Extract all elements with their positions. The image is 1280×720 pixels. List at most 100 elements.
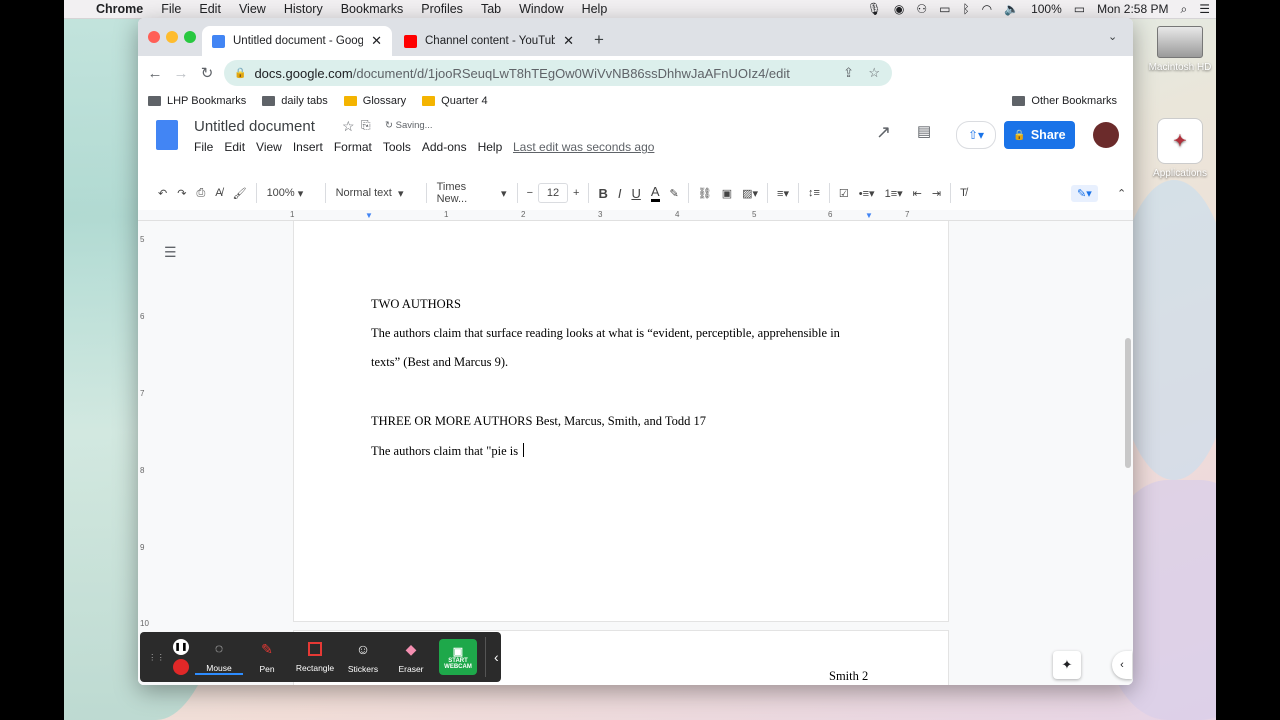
- tool-pen[interactable]: ✎ Pen: [243, 641, 291, 674]
- font-size-input[interactable]: 12: [538, 183, 568, 203]
- vertical-scrollbar[interactable]: [1125, 338, 1131, 468]
- menubar-item-file[interactable]: File: [161, 2, 181, 16]
- right-indent-marker-icon[interactable]: ▼: [865, 211, 873, 220]
- binoculars-icon[interactable]: ⚇: [916, 2, 927, 16]
- indent-marker-icon[interactable]: ▼: [365, 211, 373, 220]
- move-folder-icon[interactable]: ⎘: [361, 118, 371, 133]
- record-icon[interactable]: ◉: [894, 2, 904, 16]
- collapse-menus-icon[interactable]: ⌃: [1117, 187, 1126, 200]
- share-page-icon[interactable]: ⇪: [843, 65, 854, 81]
- underline-icon[interactable]: U: [631, 186, 640, 201]
- desktop-icon-applications[interactable]: ✦ Applications: [1135, 118, 1216, 179]
- document-title[interactable]: Untitled document: [194, 118, 315, 135]
- tab-search-icon[interactable]: ⌄: [1108, 30, 1117, 43]
- docs-menu-help[interactable]: Help: [478, 140, 503, 154]
- share-button[interactable]: 🔒 Share: [1004, 121, 1075, 149]
- google-docs-logo-icon[interactable]: [156, 120, 178, 150]
- last-edit-link[interactable]: Last edit was seconds ago: [513, 140, 654, 154]
- menubar-item-history[interactable]: History: [284, 2, 323, 16]
- tab-youtube-studio[interactable]: Channel content - YouTube Stu ✕: [394, 26, 584, 56]
- add-comment-icon[interactable]: ▣: [722, 187, 732, 200]
- other-bookmarks[interactable]: Other Bookmarks: [1012, 95, 1117, 107]
- collapse-toolbar-icon[interactable]: ‹: [494, 649, 499, 665]
- pause-icon[interactable]: ❚❚: [173, 639, 189, 655]
- tool-rectangle[interactable]: Rectangle: [291, 641, 339, 673]
- paint-format-icon[interactable]: 🖌: [233, 187, 247, 200]
- text-color-icon[interactable]: A: [650, 184, 660, 202]
- bold-icon[interactable]: B: [598, 186, 607, 201]
- bookmark-glossary[interactable]: Glossary: [343, 95, 406, 107]
- wifi-icon[interactable]: ◠: [982, 2, 992, 16]
- menubar-item-view[interactable]: View: [239, 2, 266, 16]
- numbered-list-icon[interactable]: 1≡▾: [885, 187, 903, 200]
- decrease-indent-icon[interactable]: ⇤: [913, 187, 922, 200]
- close-window-button[interactable]: [148, 31, 160, 43]
- microphone-icon[interactable]: 🎙: [867, 2, 882, 16]
- align-icon[interactable]: ≡▾: [777, 187, 789, 200]
- explore-icon[interactable]: ✦: [1053, 651, 1081, 679]
- menubar-item-window[interactable]: Window: [519, 2, 563, 16]
- docs-menu-tools[interactable]: Tools: [383, 140, 411, 154]
- present-icon[interactable]: ⇧▾: [956, 121, 996, 149]
- menubar-item-tab[interactable]: Tab: [481, 2, 501, 16]
- account-avatar[interactable]: [1093, 122, 1119, 148]
- menubar-app-name[interactable]: Chrome: [96, 2, 143, 16]
- comments-icon[interactable]: ▤: [917, 122, 931, 140]
- bookmark-daily-tabs[interactable]: daily tabs: [262, 95, 328, 107]
- reload-icon[interactable]: ↻: [194, 64, 220, 82]
- bookmark-quarter-4[interactable]: Quarter 4: [422, 95, 488, 107]
- style-select[interactable]: Normal text ▾: [336, 187, 416, 200]
- insert-link-icon[interactable]: ⛓: [698, 187, 712, 200]
- menubar-item-edit[interactable]: Edit: [199, 2, 221, 16]
- menubar-clock[interactable]: Mon 2:58 PM: [1097, 2, 1168, 16]
- print-icon[interactable]: ⎙: [196, 187, 205, 200]
- bookmark-star-icon[interactable]: ☆: [868, 65, 880, 81]
- italic-icon[interactable]: I: [618, 186, 622, 201]
- increase-indent-icon[interactable]: ⇥: [932, 187, 941, 200]
- docs-menu-format[interactable]: Format: [334, 140, 372, 154]
- document-outline-icon[interactable]: ☰: [164, 244, 177, 261]
- menubar-item-profiles[interactable]: Profiles: [421, 2, 463, 16]
- volume-icon[interactable]: 🔈: [1004, 2, 1019, 16]
- line-spacing-icon[interactable]: ↕≡: [808, 187, 820, 199]
- desktop-icon-macintosh-hd[interactable]: Macintosh HD: [1135, 26, 1216, 73]
- new-tab-icon[interactable]: +: [594, 30, 604, 50]
- search-icon[interactable]: ⌕: [1181, 2, 1188, 17]
- menubar-item-help[interactable]: Help: [582, 2, 608, 16]
- start-webcam-button[interactable]: ▣ START WEBCAM: [439, 639, 477, 675]
- docs-menu-addons[interactable]: Add-ons: [422, 140, 467, 154]
- activity-trend-icon[interactable]: ↗: [876, 122, 891, 143]
- battery-percent[interactable]: 100%: [1031, 2, 1062, 16]
- star-icon[interactable]: ☆: [342, 118, 355, 135]
- docs-menu-file[interactable]: File: [194, 140, 213, 154]
- bluetooth-icon[interactable]: ᛒ: [962, 2, 969, 16]
- tab-google-docs[interactable]: Untitled document - Google Do ✕: [202, 26, 392, 56]
- docs-menu-insert[interactable]: Insert: [293, 140, 323, 154]
- undo-icon[interactable]: ↶: [158, 187, 167, 200]
- close-tab-icon[interactable]: ✕: [371, 33, 382, 49]
- forward-icon[interactable]: →: [168, 65, 194, 82]
- bookmark-lhp[interactable]: LHP Bookmarks: [148, 95, 246, 107]
- url-field[interactable]: 🔒 docs.google.com/document/d/1jooRSeuqLw…: [224, 60, 892, 86]
- tool-mouse[interactable]: ◌ Mouse: [195, 640, 243, 675]
- docs-menu-view[interactable]: View: [256, 140, 282, 154]
- editing-mode-icon[interactable]: ✎▾: [1071, 184, 1098, 202]
- font-select[interactable]: Times New... ▾: [437, 181, 507, 205]
- zoom-window-button[interactable]: [184, 31, 196, 43]
- tool-eraser[interactable]: ◆ Eraser: [387, 641, 435, 674]
- decrease-font-size-icon[interactable]: −: [527, 187, 533, 199]
- spellcheck-icon[interactable]: A̸: [215, 187, 222, 199]
- close-tab-icon[interactable]: ✕: [563, 33, 574, 49]
- drag-handle-icon[interactable]: ⋮⋮: [148, 652, 165, 663]
- increase-font-size-icon[interactable]: +: [573, 187, 579, 199]
- insert-image-icon[interactable]: ▨▾: [742, 187, 758, 200]
- bulleted-list-icon[interactable]: •≡▾: [859, 187, 875, 200]
- document-page[interactable]: TWO AUTHORS The authors claim that surfa…: [293, 221, 949, 622]
- clear-formatting-icon[interactable]: T̸: [960, 187, 967, 199]
- redo-icon[interactable]: ↷: [177, 187, 186, 200]
- tool-stickers[interactable]: ☺ Stickers: [339, 641, 387, 674]
- highlight-icon[interactable]: ✎: [670, 187, 679, 200]
- airplay-icon[interactable]: ▭: [939, 2, 950, 16]
- minimize-window-button[interactable]: [166, 31, 178, 43]
- vertical-ruler[interactable]: 5 6 7 8 9 10: [138, 221, 150, 685]
